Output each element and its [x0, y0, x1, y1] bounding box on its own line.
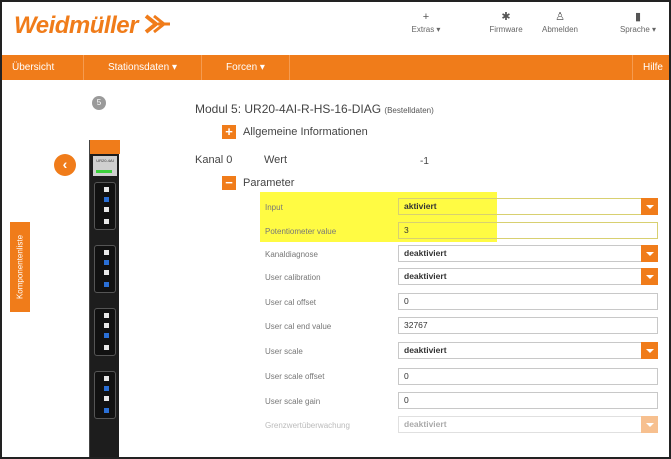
param-label-user-scale-offset: User scale offset [265, 372, 325, 381]
param-kanaldiagnose-value: deaktiviert [404, 248, 447, 258]
param-label-kanaldiagnose: Kanaldiagnose [265, 250, 318, 259]
brand-logo: Weidmüller [14, 12, 138, 39]
device-status-led [96, 170, 112, 173]
device-connector-slot [94, 245, 116, 293]
brand-logo-mark-icon [144, 14, 170, 34]
param-potentiometer-field[interactable]: 3 [398, 222, 658, 239]
chevron-down-icon[interactable] [641, 268, 658, 285]
extras-label: Extras [411, 25, 435, 34]
minus-icon: − [225, 175, 233, 190]
nav-force[interactable]: Forcen ▾ [202, 55, 290, 80]
param-user-scale-offset-value: 0 [404, 371, 409, 381]
param-kanaldiagnose-select[interactable]: deaktiviert [398, 245, 658, 262]
value-label: Wert [264, 154, 288, 166]
header: Weidmüller + Extras ▾ ✱ Firmware ♙ Abmel… [2, 2, 669, 52]
param-limit-monitoring-select: deaktiviert [398, 416, 658, 433]
chevron-down-icon[interactable] [641, 198, 658, 215]
module-title: Modul 5: UR20-4AI-R-HS-16-DIAG (Bestelld… [195, 102, 434, 116]
param-input-value: aktiviert [404, 201, 437, 211]
logout-label: Abmelden [541, 25, 579, 34]
chevron-left-icon: ‹ [62, 156, 68, 172]
chevron-down-icon [641, 416, 658, 433]
nav-station-data[interactable]: Stationsdaten ▾ [84, 55, 202, 80]
nav-help[interactable]: Hilfe [631, 55, 669, 80]
speech-bubble-icon: ▮ [634, 11, 642, 23]
param-user-cal-end-field[interactable]: 32767 [398, 317, 658, 334]
device-connector-slot [94, 182, 116, 230]
param-user-calibration-value: deaktiviert [404, 271, 447, 281]
module-title-text: Modul 5: UR20-4AI-R-HS-16-DIAG [195, 102, 382, 116]
parameter-heading[interactable]: Parameter [243, 177, 294, 189]
plus-icon: + [225, 124, 233, 139]
param-label-user-cal-offset: User cal offset [265, 298, 316, 307]
module-number-badge: 5 [92, 96, 106, 110]
param-label-input: Input [265, 203, 283, 212]
order-data-link[interactable]: (Bestelldaten) [384, 106, 433, 115]
param-label-potentiometer: Potentiometer value [265, 227, 337, 236]
expand-general-info-button[interactable]: + [222, 125, 236, 139]
param-user-scale-gain-value: 0 [404, 395, 409, 405]
param-user-cal-offset-field[interactable]: 0 [398, 293, 658, 310]
channel-label: Kanal 0 [195, 154, 233, 166]
chevron-down-icon[interactable] [641, 342, 658, 359]
param-label-limit-monitoring: Grenzwertüberwachung [265, 421, 350, 430]
component-list-tab[interactable]: Komponentenliste [10, 222, 30, 312]
param-user-cal-offset-value: 0 [404, 296, 409, 306]
param-user-scale-value: deaktiviert [404, 345, 447, 355]
user-icon: ♙ [555, 11, 565, 23]
logout-link[interactable]: ♙ Abmelden [528, 10, 592, 34]
module-device-image[interactable]: UR20-4AI [89, 140, 120, 457]
language-label: Sprache [619, 25, 650, 34]
param-user-scale-offset-field[interactable]: 0 [398, 368, 658, 385]
back-button[interactable]: ‹ [54, 154, 76, 176]
param-user-calibration-select[interactable]: deaktiviert [398, 268, 658, 285]
main-nav: Übersicht Stationsdaten ▾ Forcen ▾ Hilfe [2, 55, 669, 80]
device-label: UR20-4AI [93, 156, 117, 176]
device-top-cap [90, 140, 120, 154]
param-potentiometer-value: 3 [404, 225, 409, 235]
param-user-scale-select[interactable]: deaktiviert [398, 342, 658, 359]
param-label-user-cal-end: User cal end value [265, 322, 332, 331]
channel-value: -1 [420, 156, 429, 167]
language-menu[interactable]: ▮ Sprache ▾ [606, 10, 669, 34]
param-user-cal-end-value: 32767 [404, 320, 428, 330]
general-info-heading[interactable]: Allgemeine Informationen [243, 126, 368, 138]
param-input-select[interactable]: aktiviert [398, 198, 658, 215]
collapse-parameter-button[interactable]: − [222, 176, 236, 190]
device-connector-slot [94, 371, 116, 419]
plus-icon: + [422, 11, 430, 23]
param-label-user-scale-gain: User scale gain [265, 397, 321, 406]
extras-menu[interactable]: + Extras ▾ [394, 10, 458, 34]
param-label-user-scale: User scale [265, 347, 303, 356]
param-limit-monitoring-value: deaktiviert [404, 419, 447, 429]
param-user-scale-gain-field[interactable]: 0 [398, 392, 658, 409]
component-list-label: Komponentenliste [15, 234, 25, 300]
param-label-user-calibration: User calibration [265, 273, 321, 282]
chevron-down-icon[interactable] [641, 245, 658, 262]
nav-overview[interactable]: Übersicht [2, 55, 84, 80]
app-window: Weidmüller + Extras ▾ ✱ Firmware ♙ Abmel… [0, 0, 671, 459]
device-connector-slot [94, 308, 116, 356]
